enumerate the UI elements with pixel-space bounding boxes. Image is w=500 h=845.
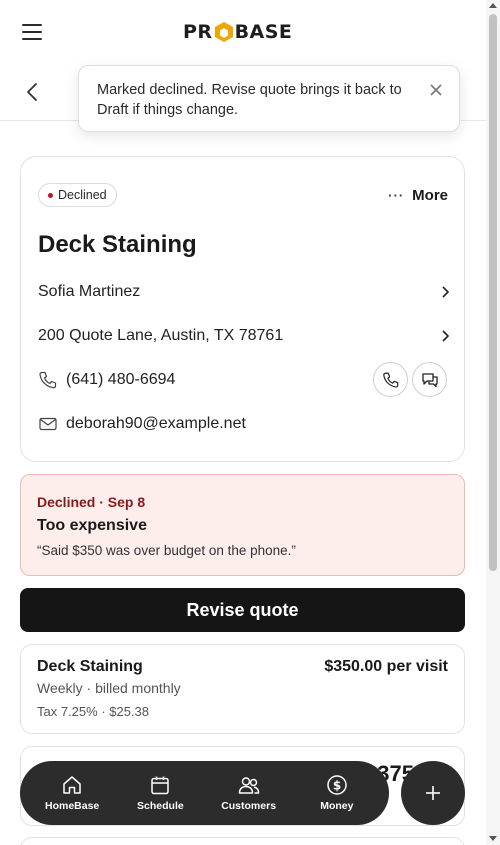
chevron-right-icon: [442, 330, 449, 342]
revise-quote-button[interactable]: Revise quote: [20, 588, 465, 632]
line-item-price: $350.00 per visit: [324, 658, 448, 675]
status-badge: Declined: [38, 183, 117, 207]
email-row: deborah90@example.net: [38, 411, 449, 437]
vertical-scrollbar[interactable]: [486, 0, 500, 845]
email-address: deborah90@example.net: [66, 415, 246, 432]
line-item-schedule: Weekly · billed monthly: [37, 680, 181, 696]
plus-icon: [426, 786, 440, 800]
back-arrow-icon[interactable]: [24, 82, 40, 102]
logo-hexagon-icon: [214, 21, 234, 43]
logo-text-left: PR: [183, 21, 213, 43]
declined-header: Declined · Sep 8: [37, 494, 146, 510]
declined-note: “Said $350 was over budget on the phone.…: [37, 543, 296, 558]
nav-label: Money: [320, 800, 354, 812]
phone-icon: [39, 371, 57, 389]
svg-text:$: $: [333, 779, 341, 793]
phone-number: (641) 480-6694: [66, 371, 176, 388]
close-icon[interactable]: [429, 83, 443, 97]
nav-item-homebase[interactable]: HomeBase: [30, 774, 114, 812]
nav-label: Customers: [221, 800, 277, 812]
add-button[interactable]: [401, 761, 465, 825]
scroll-up-icon[interactable]: [489, 3, 497, 8]
call-button[interactable]: [373, 362, 408, 397]
logo-text-right: BASE: [234, 21, 293, 43]
phone-icon: [382, 372, 398, 388]
customer-row[interactable]: Sofia Martinez: [38, 279, 449, 305]
address-row[interactable]: 200 Quote Lane, Austin, TX 78761: [38, 323, 449, 349]
toast-message: Marked declined. Revise quote brings it …: [97, 82, 402, 118]
toast-notification: Marked declined. Revise quote brings it …: [78, 65, 460, 132]
declined-reason: Too expensive: [37, 517, 147, 534]
mail-icon: [39, 417, 57, 431]
scroll-down-icon[interactable]: [489, 836, 497, 841]
line-item-tax: Tax 7.25% · $25.38: [37, 704, 150, 719]
quote-card: Declined ··· More Deck Staining Sofia Ma…: [20, 156, 465, 462]
line-item-name: Deck Staining: [37, 658, 143, 675]
bottom-nav: HomeBase Schedule Customers $ Money: [20, 761, 389, 825]
more-label: More: [412, 187, 448, 204]
home-icon: [63, 776, 81, 794]
nav-item-money[interactable]: $ Money: [295, 774, 379, 812]
chevron-right-icon: [442, 286, 449, 298]
users-icon: [238, 777, 259, 794]
ellipsis-icon: ···: [388, 188, 405, 203]
nav-label: Schedule: [137, 800, 184, 812]
scrollbar-thumb[interactable]: [489, 14, 497, 571]
nav-item-schedule[interactable]: Schedule: [118, 774, 202, 812]
menu-icon[interactable]: [22, 24, 42, 40]
calendar-icon: [151, 776, 170, 795]
quote-title: Deck Staining: [38, 231, 197, 258]
dollar-icon: $: [327, 775, 347, 795]
chat-bubbles-icon: [421, 372, 438, 387]
address-text: 200 Quote Lane, Austin, TX 78761: [38, 327, 284, 344]
probase-logo[interactable]: PR BASE: [183, 20, 292, 44]
nav-label: HomeBase: [44, 800, 100, 812]
declined-reason-panel: Declined · Sep 8 Too expensive “Said $35…: [20, 474, 465, 576]
nav-item-customers[interactable]: Customers: [207, 774, 291, 812]
line-item[interactable]: Deck Staining $350.00 per visit Weekly ·…: [20, 644, 465, 734]
line-item[interactable]: [20, 837, 465, 845]
more-button[interactable]: ··· More: [388, 187, 448, 204]
message-button[interactable]: [412, 362, 447, 397]
customer-name: Sofia Martinez: [38, 283, 141, 300]
app-header: PR BASE: [0, 0, 486, 64]
